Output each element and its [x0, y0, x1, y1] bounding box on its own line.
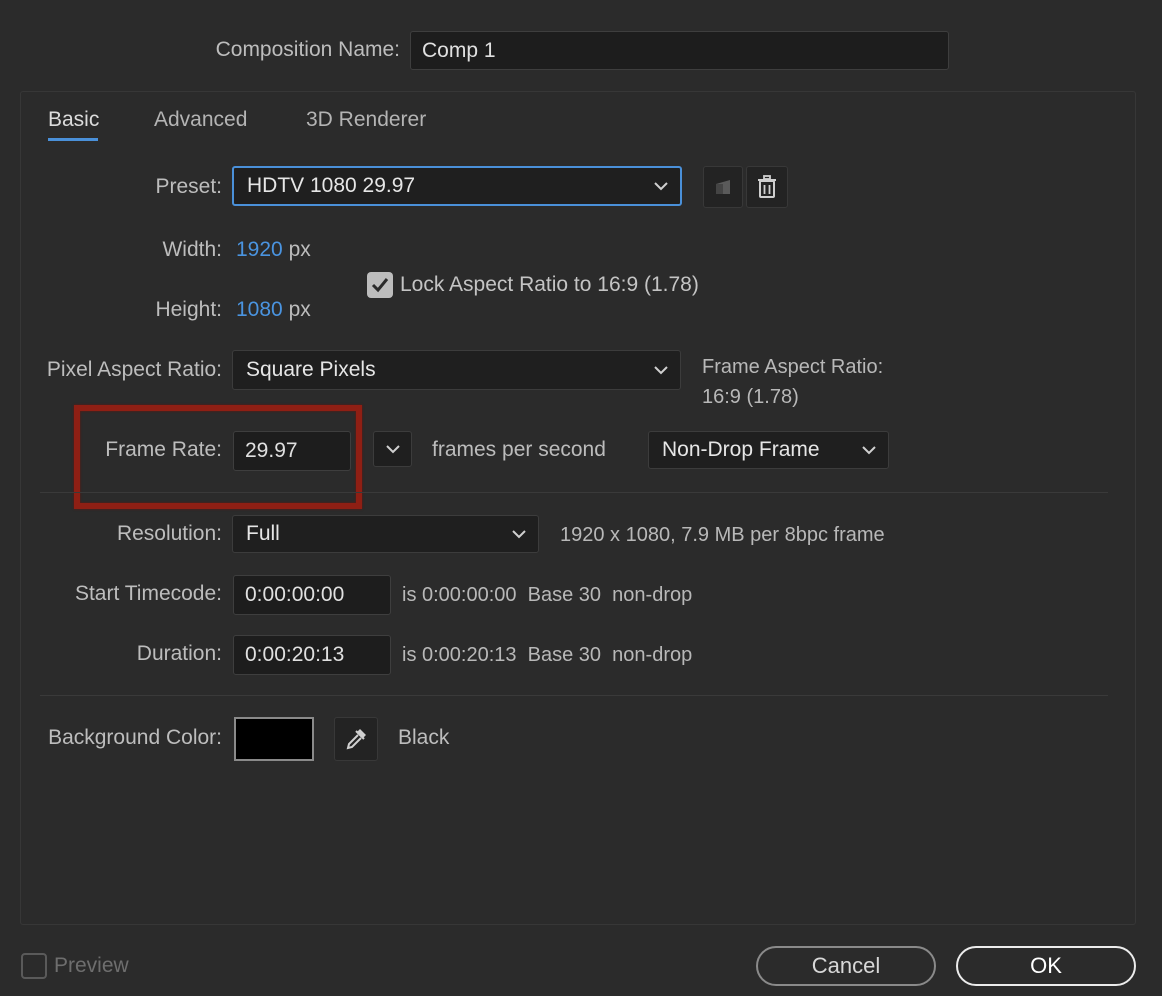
height-label: Height:: [155, 298, 222, 321]
duration-base: Base 30: [527, 644, 602, 666]
delete-preset-button[interactable]: [746, 166, 788, 208]
frame-rate-label: Frame Rate:: [105, 438, 222, 461]
composition-name-input[interactable]: Comp 1: [410, 31, 949, 70]
duration-drop: non-drop: [612, 644, 693, 666]
preset-label: Preset:: [155, 175, 222, 198]
tab-advanced[interactable]: Advanced: [154, 108, 247, 132]
drop-frame-dropdown[interactable]: Non-Drop Frame: [648, 431, 889, 469]
frame-rate-dropdown[interactable]: [373, 431, 412, 467]
duration-label: Duration:: [136, 642, 222, 665]
start-timecode-info: is 0:00:00:00 Base 30 non-drop: [402, 584, 692, 607]
chevron-down-icon: [862, 446, 876, 455]
lock-aspect-label: Lock Aspect Ratio to 16:9 (1.78): [400, 273, 699, 296]
height-unit: px: [288, 298, 311, 321]
background-color-swatch[interactable]: [234, 717, 314, 761]
chevron-down-icon: [512, 530, 526, 539]
eyedropper-icon: [346, 729, 366, 750]
active-tab-underline: [48, 138, 98, 141]
width-field[interactable]: 1920 px: [236, 238, 311, 262]
save-preset-icon: [716, 180, 730, 194]
frame-rate-input[interactable]: 29.97: [233, 431, 351, 471]
composition-name-label: Composition Name:: [215, 38, 400, 61]
pixel-aspect-value: Square Pixels: [246, 358, 376, 381]
preview-checkbox[interactable]: [21, 953, 47, 979]
frame-aspect-value: 16:9 (1.78): [702, 386, 799, 408]
drop-frame-value: Non-Drop Frame: [662, 438, 820, 461]
ok-button[interactable]: OK: [956, 946, 1136, 986]
start-timecode-input[interactable]: 0:00:00:00: [233, 575, 391, 615]
lock-aspect-checkbox[interactable]: [367, 272, 393, 298]
resolution-dropdown[interactable]: Full: [232, 515, 539, 553]
section-divider: [40, 492, 1108, 493]
start-timecode-is: is 0:00:00:00: [402, 584, 517, 606]
frame-aspect-label: Frame Aspect Ratio:: [702, 356, 884, 378]
cancel-button[interactable]: Cancel: [756, 946, 936, 986]
resolution-label: Resolution:: [116, 522, 222, 545]
checkmark-icon: [371, 278, 389, 293]
section-divider: [40, 695, 1108, 696]
height-field[interactable]: 1080 px: [236, 298, 311, 322]
duration-is: is 0:00:20:13: [402, 644, 517, 666]
start-timecode-label: Start Timecode:: [74, 582, 222, 605]
duration-input[interactable]: 0:00:20:13: [233, 635, 391, 675]
start-timecode-base: Base 30: [527, 584, 602, 606]
width-value[interactable]: 1920: [236, 238, 283, 261]
frame-rate-unit-label: frames per second: [432, 438, 606, 461]
chevron-down-icon: [654, 366, 668, 375]
width-label: Width:: [162, 238, 222, 261]
background-color-label: Background Color:: [48, 726, 222, 749]
resolution-value: Full: [246, 522, 280, 545]
start-timecode-drop: non-drop: [612, 584, 693, 606]
preset-value: HDTV 1080 29.97: [247, 174, 416, 197]
background-color-name: Black: [398, 726, 450, 749]
preview-label: Preview: [54, 954, 129, 977]
pixel-aspect-label: Pixel Aspect Ratio:: [46, 358, 222, 381]
chevron-down-icon: [654, 182, 668, 191]
tab-basic[interactable]: Basic: [48, 108, 99, 132]
width-unit: px: [288, 238, 311, 261]
save-preset-button[interactable]: [703, 166, 743, 208]
preset-dropdown[interactable]: HDTV 1080 29.97: [232, 166, 682, 206]
resolution-info: 1920 x 1080, 7.9 MB per 8bpc frame: [560, 524, 885, 546]
chevron-down-icon: [385, 445, 400, 454]
trash-icon: [758, 175, 776, 198]
duration-info: is 0:00:20:13 Base 30 non-drop: [402, 644, 692, 667]
pixel-aspect-dropdown[interactable]: Square Pixels: [232, 350, 681, 390]
height-value[interactable]: 1080: [236, 298, 283, 321]
eyedropper-button[interactable]: [334, 717, 378, 761]
tab-3d-renderer[interactable]: 3D Renderer: [306, 108, 426, 132]
